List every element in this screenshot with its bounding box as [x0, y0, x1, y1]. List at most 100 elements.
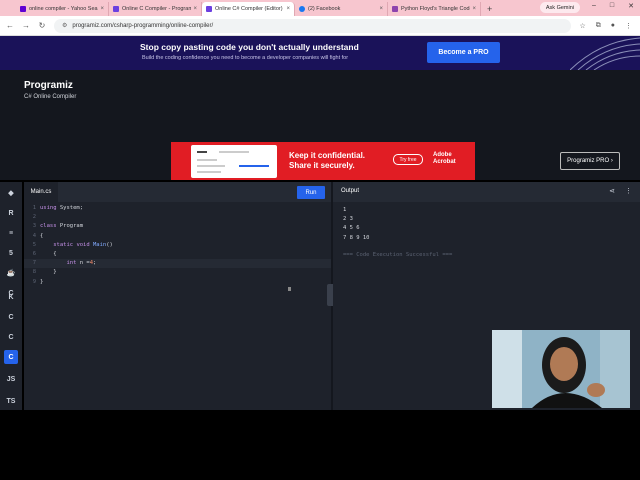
- bookmark-star-icon[interactable]: ☆: [579, 22, 585, 30]
- share-icon[interactable]: ⋖: [609, 187, 615, 195]
- tab-label: Online C Compiler - Programiz: [122, 6, 192, 12]
- decorative-swirl-icon: [570, 37, 640, 70]
- code-area[interactable]: 1 using System; 2 3 class Program 4{ 5 sta…: [24, 204, 331, 287]
- line-number: 2: [32, 214, 36, 221]
- java-icon[interactable]: ☕: [4, 266, 18, 280]
- browser-tab-python[interactable]: Python Floyd's Triangle Code ×: [388, 2, 481, 16]
- url-text: programiz.com/csharp-programming/online-…: [72, 22, 214, 29]
- close-tab-icon[interactable]: ×: [100, 6, 104, 12]
- c-lang-icon[interactable]: C: [4, 310, 18, 324]
- line-number: 6: [32, 250, 36, 257]
- advertisement[interactable]: Keep it confidential. Share it securely.…: [171, 142, 475, 180]
- code-line: 8 }: [24, 268, 331, 277]
- code-line: 6 {: [24, 250, 331, 259]
- maximize-icon[interactable]: □: [610, 2, 614, 10]
- run-button[interactable]: Run: [297, 186, 325, 199]
- ad-brand: Adobe Acrobat: [433, 152, 456, 165]
- programiz-logo[interactable]: Programiz: [24, 80, 73, 91]
- execution-status: === Code Execution Successful ===: [343, 252, 453, 258]
- code-line: 3 class Program: [24, 222, 331, 231]
- browser-tab-facebook[interactable]: (2) Facebook ×: [295, 2, 388, 16]
- code-line: 5 static void Main(): [24, 241, 331, 250]
- line-number: 1: [32, 205, 36, 211]
- programiz-favicon-icon: [206, 6, 212, 12]
- profile-icon[interactable]: ●: [611, 22, 615, 30]
- kotlin-icon[interactable]: K: [4, 290, 18, 304]
- editor-toolbar: Main.cs Run: [24, 182, 331, 202]
- line-number: 8: [32, 269, 36, 276]
- yahoo-favicon-icon: [20, 6, 26, 12]
- site-info-icon[interactable]: ⚙: [62, 22, 67, 29]
- output-label: Output: [341, 188, 360, 194]
- code-line: 4{: [24, 232, 331, 241]
- facebook-favicon-icon: [299, 6, 305, 12]
- webcam-overlay: [492, 330, 630, 408]
- close-tab-icon[interactable]: ×: [472, 6, 476, 12]
- tab-label: Online C# Compiler (Editor): [215, 6, 283, 12]
- back-icon[interactable]: ←: [6, 21, 14, 30]
- sql-icon[interactable]: ≡: [4, 226, 18, 240]
- line-number: 3: [32, 223, 36, 230]
- language-sidebar: ◆ R ≡ 5 ☕ C K C C C JS TS: [0, 182, 22, 410]
- tab-label: online compiler - Yahoo Search: [29, 6, 99, 12]
- csharp-icon[interactable]: C: [4, 350, 18, 364]
- close-tab-icon[interactable]: ×: [193, 6, 197, 12]
- javascript-icon[interactable]: JS: [4, 372, 18, 386]
- compiler-subtitle: C# Online Compiler: [24, 94, 77, 100]
- html-icon[interactable]: 5: [4, 246, 18, 260]
- forward-icon[interactable]: →: [22, 21, 30, 30]
- output-actions: ⋖ ⋮: [609, 187, 632, 195]
- browser-tab-yahoo[interactable]: online compiler - Yahoo Search ×: [16, 2, 109, 16]
- tab-label: (2) Facebook: [308, 6, 341, 12]
- output-toolbar: Output ⋖ ⋮: [333, 182, 640, 202]
- line-number: 9: [32, 278, 36, 285]
- gemini-label: Ask Gemini: [545, 4, 574, 11]
- menu-kebab-icon[interactable]: ⋮: [625, 22, 632, 30]
- code-line-active: 7 int n =4;: [24, 259, 331, 269]
- window-controls: – □ ✕: [592, 2, 634, 10]
- url-field[interactable]: ⚙ programiz.com/csharp-programming/onlin…: [54, 18, 572, 33]
- ad-headline: Keep it confidential. Share it securely.: [289, 151, 366, 170]
- python-icon[interactable]: ◆: [4, 186, 18, 200]
- typescript-icon[interactable]: TS: [4, 394, 18, 408]
- line-number: 5: [32, 241, 36, 248]
- browser-tab-programiz-c[interactable]: Online C Compiler - Programiz ×: [109, 2, 202, 16]
- close-tab-icon[interactable]: ×: [286, 6, 290, 12]
- output-line: 2 3: [343, 216, 353, 223]
- close-tab-icon[interactable]: ×: [379, 6, 383, 12]
- ad-illustration: [191, 145, 277, 178]
- become-pro-button[interactable]: Become a PRO: [427, 42, 500, 63]
- cpp-icon[interactable]: C: [4, 330, 18, 344]
- output-line: 4 5 6: [343, 225, 360, 232]
- browser-toolbar-right: ☆ ⧉ ● ⋮: [579, 22, 632, 30]
- python-favicon-icon: [392, 6, 398, 12]
- programiz-favicon-icon: [113, 6, 119, 12]
- extensions-icon[interactable]: ⧉: [596, 22, 601, 30]
- r-icon[interactable]: R: [4, 206, 18, 220]
- reload-icon[interactable]: ↻: [38, 21, 46, 30]
- code-editor-panel: Main.cs Run 1 using System; 2 3 class Prog…: [24, 182, 331, 410]
- mouse-cursor-icon: [288, 287, 291, 291]
- file-tab-main-cs[interactable]: Main.cs: [24, 182, 58, 202]
- close-window-icon[interactable]: ✕: [628, 2, 634, 10]
- browser-tab-programiz-csharp[interactable]: Online C# Compiler (Editor) ×: [202, 2, 295, 16]
- promo-subtitle: Build the coding confidence you need to …: [142, 55, 349, 61]
- new-tab-button[interactable]: +: [481, 2, 498, 16]
- programiz-pro-button[interactable]: Programiz PRO ›: [560, 152, 620, 170]
- promo-title: Stop copy pasting code you don't actuall…: [140, 42, 359, 52]
- address-bar: ← → ↻ ⚙ programiz.com/csharp-programming…: [0, 16, 640, 36]
- line-number: 7: [32, 260, 36, 267]
- minimize-icon[interactable]: –: [592, 2, 596, 10]
- output-line: 1: [343, 207, 347, 213]
- output-line: 7 8 9 10: [343, 234, 370, 241]
- ask-gemini-button[interactable]: Ask Gemini: [539, 2, 580, 13]
- code-line: 9}: [24, 278, 331, 287]
- browser-tab-strip: online compiler - Yahoo Search × Online …: [0, 0, 640, 16]
- line-number: 4: [32, 232, 36, 239]
- output-text: 1 2 3 4 5 6 7 8 9 10: [343, 206, 370, 243]
- tab-label: Python Floyd's Triangle Code: [401, 6, 471, 12]
- code-line: 2: [24, 213, 331, 222]
- more-options-icon[interactable]: ⋮: [625, 187, 632, 195]
- promo-banner: Stop copy pasting code you don't actuall…: [0, 36, 640, 70]
- ad-try-free-button[interactable]: Try free: [393, 154, 423, 165]
